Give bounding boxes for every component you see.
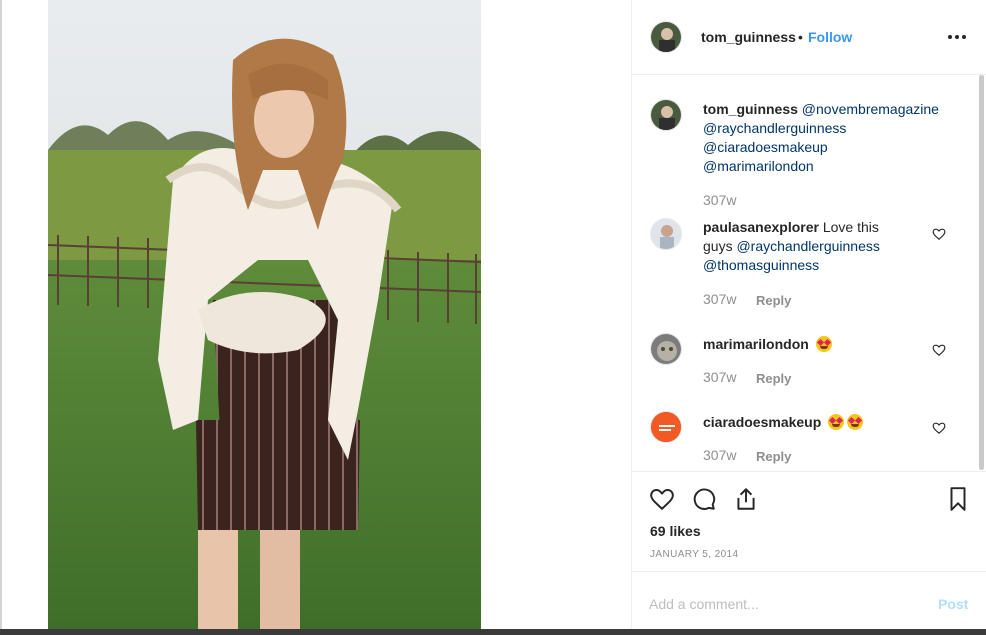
window-edge: [0, 0, 2, 635]
reply-button[interactable]: Reply: [756, 293, 791, 308]
post-header: tom_guinness • Follow: [632, 0, 986, 75]
comment-line-2: guys @raychandlerguinness: [703, 237, 880, 256]
heart-eyes-emoji-icon: [815, 336, 832, 352]
reply-button[interactable]: Reply: [756, 449, 791, 464]
author-avatar[interactable]: [650, 21, 682, 53]
share-icon[interactable]: [733, 486, 759, 512]
post-side-panel: tom_guinness • Follow tom_guinness @nove…: [631, 0, 986, 629]
follow-button[interactable]: Follow: [808, 29, 852, 45]
caption-line-3: @ciaradoesmakeup: [703, 138, 828, 157]
scrollbar-thumb[interactable]: [979, 75, 984, 470]
caption-line-4: @marimarilondon: [703, 157, 814, 176]
mention-link[interactable]: @thomasguinness: [703, 257, 819, 273]
comment-time[interactable]: 307w: [703, 369, 736, 385]
likes-count[interactable]: 69 likes: [650, 523, 701, 539]
comment-avatar[interactable]: [650, 333, 682, 365]
post-photo[interactable]: [48, 0, 481, 629]
heart-eyes-emoji-icon: [847, 414, 864, 430]
comment-time[interactable]: 307w: [703, 291, 736, 307]
author-username[interactable]: tom_guinness: [701, 29, 796, 45]
comment-line-1: paulasanexplorer Love this: [703, 218, 879, 237]
add-comment-input[interactable]: Add a comment...: [649, 596, 759, 612]
like-comment-heart-icon[interactable]: [932, 227, 946, 241]
caption-line-2: @raychandlerguinness: [703, 119, 846, 138]
mention-link[interactable]: @raychandlerguinness: [703, 120, 846, 136]
heart-eyes-emoji-icon: [828, 414, 845, 430]
comment-username[interactable]: ciaradoesmakeup: [703, 414, 821, 430]
separator-dot: •: [798, 29, 803, 45]
caption-line-1: tom_guinness @novembremagazine: [703, 100, 939, 119]
like-heart-icon[interactable]: [649, 486, 675, 512]
comments-list[interactable]: tom_guinness @novembremagazine @raychand…: [632, 75, 986, 471]
avatar-image: [651, 412, 681, 442]
caption-avatar[interactable]: [650, 99, 682, 131]
post-date[interactable]: JANUARY 5, 2014: [650, 549, 738, 560]
comment-text: Love this: [822, 219, 879, 235]
post-photo-art: [48, 0, 481, 629]
mention-link[interactable]: @raychandlerguinness: [736, 238, 879, 254]
mention-link[interactable]: @ciaradoesmakeup: [703, 139, 828, 155]
comment-line-1: marimarilondon: [703, 335, 832, 354]
mention-link[interactable]: @novembremagazine: [802, 101, 939, 117]
avatar-image: [651, 100, 681, 130]
like-comment-heart-icon[interactable]: [932, 421, 946, 435]
comment-avatar[interactable]: [650, 411, 682, 443]
reply-button[interactable]: Reply: [756, 371, 791, 386]
comment-username[interactable]: marimarilondon: [703, 336, 809, 352]
avatar-image: [651, 219, 681, 249]
comment-line-3: @thomasguinness: [703, 256, 819, 275]
comment-avatar[interactable]: [650, 218, 682, 250]
comments-scrollbar[interactable]: [979, 75, 984, 470]
comment-bubble-icon[interactable]: [691, 486, 717, 512]
comment-line-1: ciaradoesmakeup: [703, 413, 864, 432]
comment-username[interactable]: paulasanexplorer: [703, 219, 819, 235]
caption-username[interactable]: tom_guinness: [703, 101, 798, 117]
save-bookmark-icon[interactable]: [945, 486, 971, 512]
post-actions: 69 likes JANUARY 5, 2014: [632, 471, 986, 560]
post-comment-button[interactable]: Post: [938, 596, 968, 612]
caption-time[interactable]: 307w: [703, 192, 736, 208]
mention-link[interactable]: @marimarilondon: [703, 158, 814, 174]
avatar-image: [651, 22, 681, 52]
comment-text: guys: [703, 238, 733, 254]
avatar-image: [651, 334, 681, 364]
more-options-icon[interactable]: [948, 29, 968, 43]
add-comment-bar: Add a comment... Post: [632, 571, 986, 630]
like-comment-heart-icon[interactable]: [932, 343, 946, 357]
comment-time[interactable]: 307w: [703, 447, 736, 463]
